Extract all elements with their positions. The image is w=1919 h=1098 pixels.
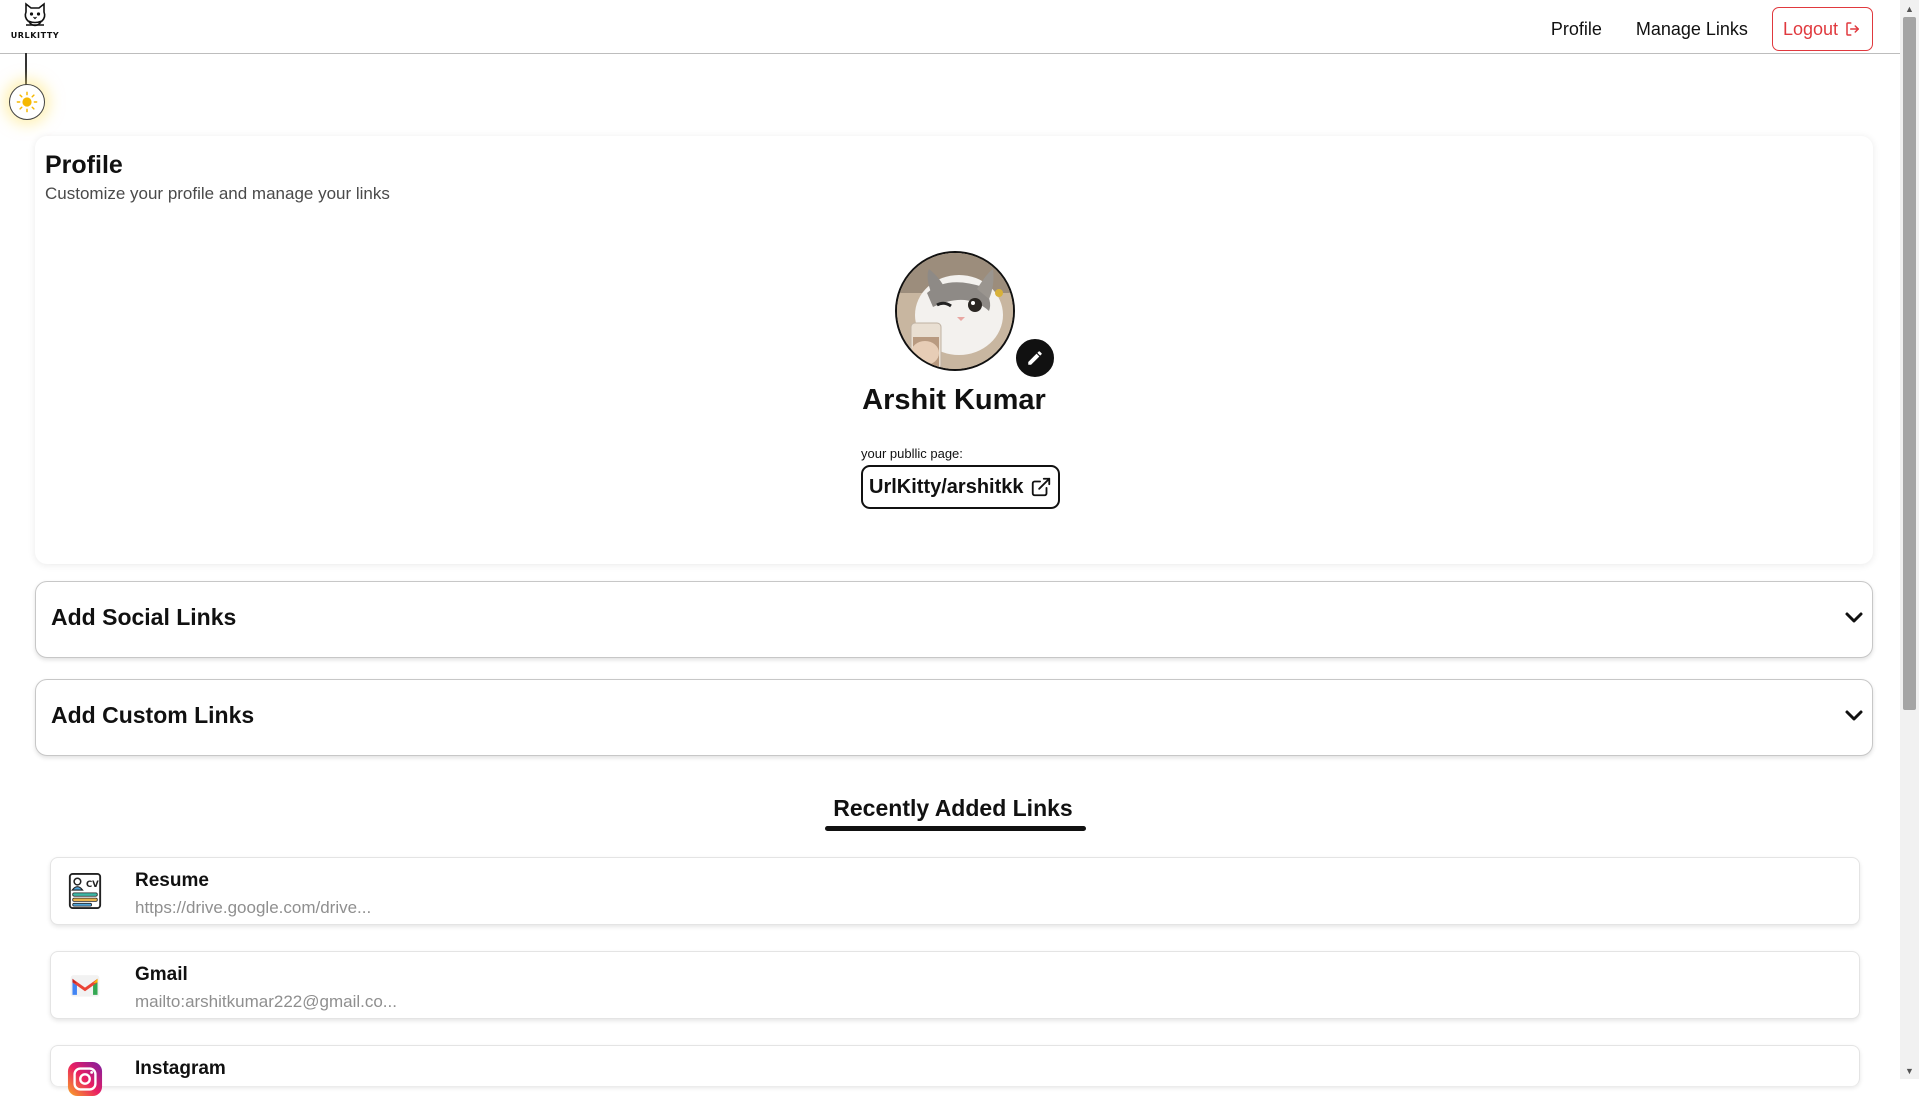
pencil-icon	[1028, 351, 1042, 365]
scroll-down-arrow-icon[interactable]: ▼	[1900, 1062, 1919, 1079]
recent-link-item[interactable]: CV Resume https://drive.google.com/drive…	[50, 857, 1860, 925]
gmail-icon	[66, 966, 104, 1004]
instagram-icon	[66, 1060, 104, 1098]
logout-button[interactable]: Logout	[1771, 7, 1873, 51]
edit-avatar-button[interactable]	[1014, 337, 1056, 379]
sun-icon	[16, 91, 38, 113]
recent-link-name: Resume	[135, 870, 209, 891]
recent-link-name: Instagram	[135, 1058, 226, 1079]
chevron-down-icon	[1845, 710, 1863, 721]
public-page-link-text: UrlKitty/arshitkk	[869, 475, 1024, 498]
page-subtitle: Customize your profile and manage your l…	[45, 184, 390, 203]
external-link-icon	[1031, 477, 1050, 497]
page-title: Profile	[45, 151, 123, 179]
add-custom-links-title: Add Custom Links	[51, 702, 255, 728]
cat-logo-icon	[24, 2, 46, 27]
chevron-down-icon	[1845, 612, 1863, 623]
navbar: URLKITTY Profile Manage Links Logout	[0, 0, 1900, 54]
recent-link-url: https://drive.google.com/drive...	[135, 898, 372, 917]
vertical-scrollbar[interactable]: ▲ ▼	[1900, 0, 1919, 1079]
scroll-thumb[interactable]	[1903, 17, 1916, 710]
recent-link-item[interactable]: Gmail mailto:arshitkumar222@gmail.co...	[50, 951, 1860, 1019]
add-custom-links-accordion[interactable]: Add Custom Links	[35, 679, 1873, 756]
logout-icon	[1846, 22, 1859, 36]
add-social-links-title: Add Social Links	[51, 604, 237, 630]
logout-label: Logout	[1782, 18, 1838, 39]
recent-link-url: mailto:arshitkumar222@gmail.co...	[135, 992, 397, 1011]
recent-link-item[interactable]: Instagram	[50, 1045, 1860, 1097]
nav-profile-link[interactable]: Profile	[1551, 19, 1602, 40]
logo[interactable]: URLKITTY	[6, 2, 64, 44]
cat-avatar-image	[897, 253, 1013, 369]
display-name: Arshit Kumar	[862, 384, 1046, 416]
resume-cv-icon: CV	[66, 872, 104, 910]
svg-text:CV: CV	[86, 880, 99, 890]
profile-card: Profile Customize your profile and manag…	[35, 136, 1873, 564]
avatar-container	[895, 251, 1015, 371]
recently-added-title: Recently Added Links	[833, 795, 1073, 821]
logo-text: URLKITTY	[10, 31, 60, 40]
avatar	[895, 251, 1015, 371]
public-page-label: your publlic page:	[861, 446, 963, 461]
recently-added-underline	[825, 826, 1086, 831]
nav-links: Profile Manage Links Logout	[1551, 7, 1873, 51]
theme-toggle-string	[25, 53, 27, 85]
add-social-links-accordion[interactable]: Add Social Links	[35, 581, 1873, 658]
scroll-up-arrow-icon[interactable]: ▲	[1900, 0, 1919, 17]
theme-toggle-button[interactable]	[9, 84, 45, 120]
public-page-link[interactable]: UrlKitty/arshitkk	[861, 465, 1060, 509]
nav-manage-links-link[interactable]: Manage Links	[1636, 19, 1748, 40]
recent-link-name: Gmail	[135, 964, 188, 985]
